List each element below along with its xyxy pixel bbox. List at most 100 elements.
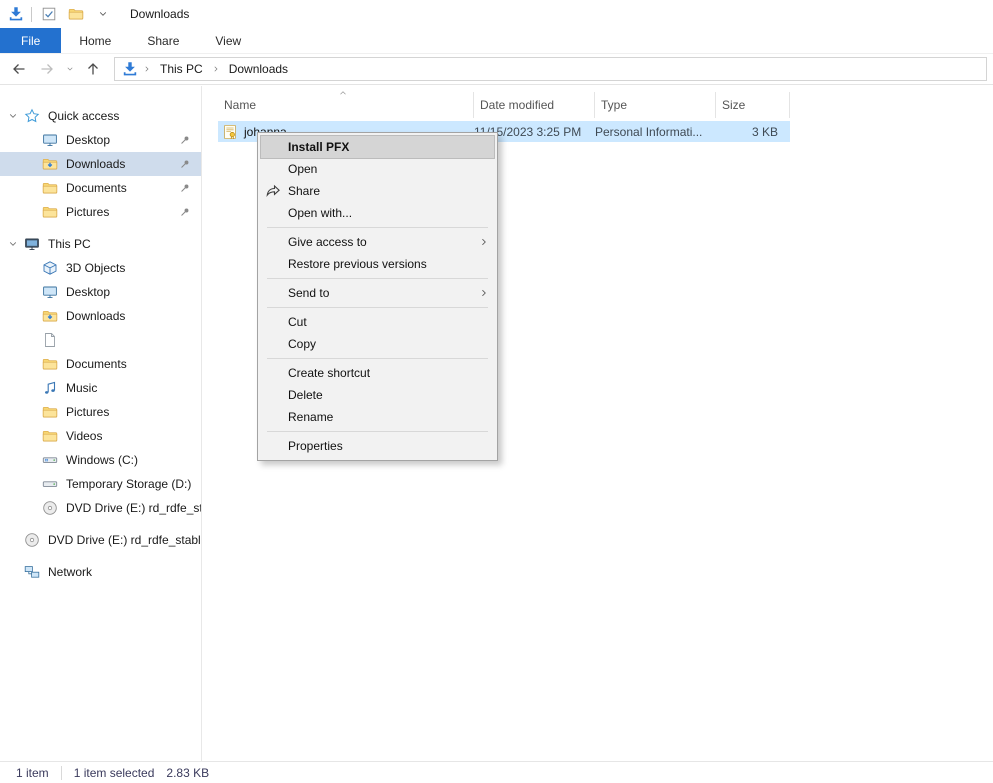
sidebar-item-label: Music [66,381,97,395]
breadcrumb-chevron-icon[interactable] [143,65,151,73]
dvd-disc-icon [42,500,58,516]
navigation-pane: Quick access Desktop Downloads Documents… [0,86,202,761]
tab-home[interactable]: Home [61,28,129,53]
menu-item-rename[interactable]: Rename [258,406,497,428]
chevron-right-icon [8,535,18,545]
column-header-type[interactable]: Type [595,92,716,118]
address-bar[interactable]: This PC Downloads [114,57,987,81]
sidebar-section-quick-access[interactable]: Quick access [0,104,201,128]
menu-item-open[interactable]: Open [258,158,497,180]
pin-icon [179,182,191,194]
downloads-folder-icon [42,308,58,324]
menu-item-delete[interactable]: Delete [258,384,497,406]
documents-folder-icon [42,356,58,372]
column-headers: Name Date modified Type Size [218,92,993,118]
pin-icon [179,158,191,170]
sidebar-item-label: Downloads [66,309,125,323]
sidebar-item-label: Network [48,565,92,579]
menu-item-label: Share [288,184,320,198]
tab-file[interactable]: File [0,28,61,53]
sidebar-item-label: Documents [66,181,127,195]
qat-customize-dropdown[interactable] [93,4,113,24]
sidebar-item-videos[interactable]: Videos [0,424,201,448]
up-button[interactable] [80,57,106,81]
downloads-folder-icon [42,156,58,172]
sidebar-item-desktop[interactable]: Desktop [0,128,201,152]
sidebar-section-label: Quick access [48,109,119,123]
menu-item-properties[interactable]: Properties [258,435,497,457]
breadcrumb-chevron-icon[interactable] [212,65,220,73]
pin-icon [179,134,191,146]
tab-view[interactable]: View [197,28,259,53]
sidebar-item-downloads-pc[interactable]: Downloads [0,304,201,328]
sidebar-item-pictures-pc[interactable]: Pictures [0,400,201,424]
menu-item-copy[interactable]: Copy [258,333,497,355]
quick-access-icon [24,108,40,124]
menu-separator [267,227,488,228]
menu-item-label: Give access to [288,235,367,249]
navigation-bar: This PC Downloads [0,54,993,85]
menu-item-share[interactable]: Share [258,180,497,202]
documents-folder-icon [42,180,58,196]
sidebar-item-documents-pc[interactable]: Documents [0,352,201,376]
sidebar-item-label: 3D Objects [66,261,125,275]
menu-item-give-access-to[interactable]: Give access to [258,231,497,253]
sidebar-item-dvd-drive-e[interactable]: DVD Drive (E:) rd_rdfe_stable [0,496,201,520]
pictures-folder-icon [42,204,58,220]
item-count: 1 item [16,766,49,780]
sort-ascending-icon [338,88,348,98]
sidebar-item-unnamed[interactable] [0,328,201,352]
sidebar-item-downloads[interactable]: Downloads [0,152,201,176]
ribbon-tabs: File Home Share View [0,28,993,54]
menu-item-label: Send to [288,286,329,300]
sidebar-item-windows-c[interactable]: Windows (C:) [0,448,201,472]
titlebar-divider [31,7,32,22]
system-drive-icon [42,452,58,468]
sidebar-item-label: Desktop [66,133,110,147]
menu-item-send-to[interactable]: Send to [258,282,497,304]
sidebar-item-dvd-drive-top[interactable]: DVD Drive (E:) rd_rdfe_stable.T [0,528,201,552]
menu-item-restore-previous-versions[interactable]: Restore previous versions [258,253,497,275]
submenu-arrow-icon [479,288,489,298]
menu-separator [267,278,488,279]
menu-item-install-pfx[interactable]: Install PFX [261,136,494,158]
forward-button[interactable] [34,57,60,81]
column-header-size[interactable]: Size [716,92,790,118]
recent-locations-dropdown[interactable] [62,57,78,81]
file-type: Personal Informati... [595,125,716,139]
downloads-location-icon [122,61,138,77]
sidebar-item-pictures[interactable]: Pictures [0,200,201,224]
sidebar-item-temporary-storage-d[interactable]: Temporary Storage (D:) [0,472,201,496]
menu-separator [267,358,488,359]
column-header-date-modified[interactable]: Date modified [474,92,595,118]
share-icon [265,183,281,199]
sidebar-item-music[interactable]: Music [0,376,201,400]
menu-item-cut[interactable]: Cut [258,311,497,333]
sidebar-item-label: DVD Drive (E:) rd_rdfe_stable.T [48,533,201,547]
breadcrumb-this-pc[interactable]: This PC [156,62,207,76]
qat-new-folder-button[interactable] [66,4,86,24]
sidebar-item-network[interactable]: Network [0,560,201,584]
videos-folder-icon [42,428,58,444]
sidebar-item-documents[interactable]: Documents [0,176,201,200]
sidebar-item-3d-objects[interactable]: 3D Objects [0,256,201,280]
menu-separator [267,431,488,432]
breadcrumb-downloads[interactable]: Downloads [225,62,292,76]
sidebar-section-label: This PC [48,237,91,251]
menu-item-open-with[interactable]: Open with... [258,202,497,224]
network-icon [24,564,40,580]
music-note-icon [42,380,58,396]
sidebar-section-this-pc[interactable]: This PC [0,232,201,256]
sidebar-item-desktop-pc[interactable]: Desktop [0,280,201,304]
chevron-down-icon [8,111,18,121]
sidebar-item-label: DVD Drive (E:) rd_rdfe_stable [66,501,201,515]
blank-file-icon [42,332,58,348]
back-button[interactable] [6,57,32,81]
menu-item-create-shortcut[interactable]: Create shortcut [258,362,497,384]
drive-icon [42,476,58,492]
tab-share[interactable]: Share [129,28,197,53]
sidebar-item-label: Temporary Storage (D:) [66,477,191,491]
menu-separator [267,307,488,308]
explorer-window: Downloads File Home Share View This PC D… [0,0,993,85]
qat-properties-button[interactable] [39,4,59,24]
